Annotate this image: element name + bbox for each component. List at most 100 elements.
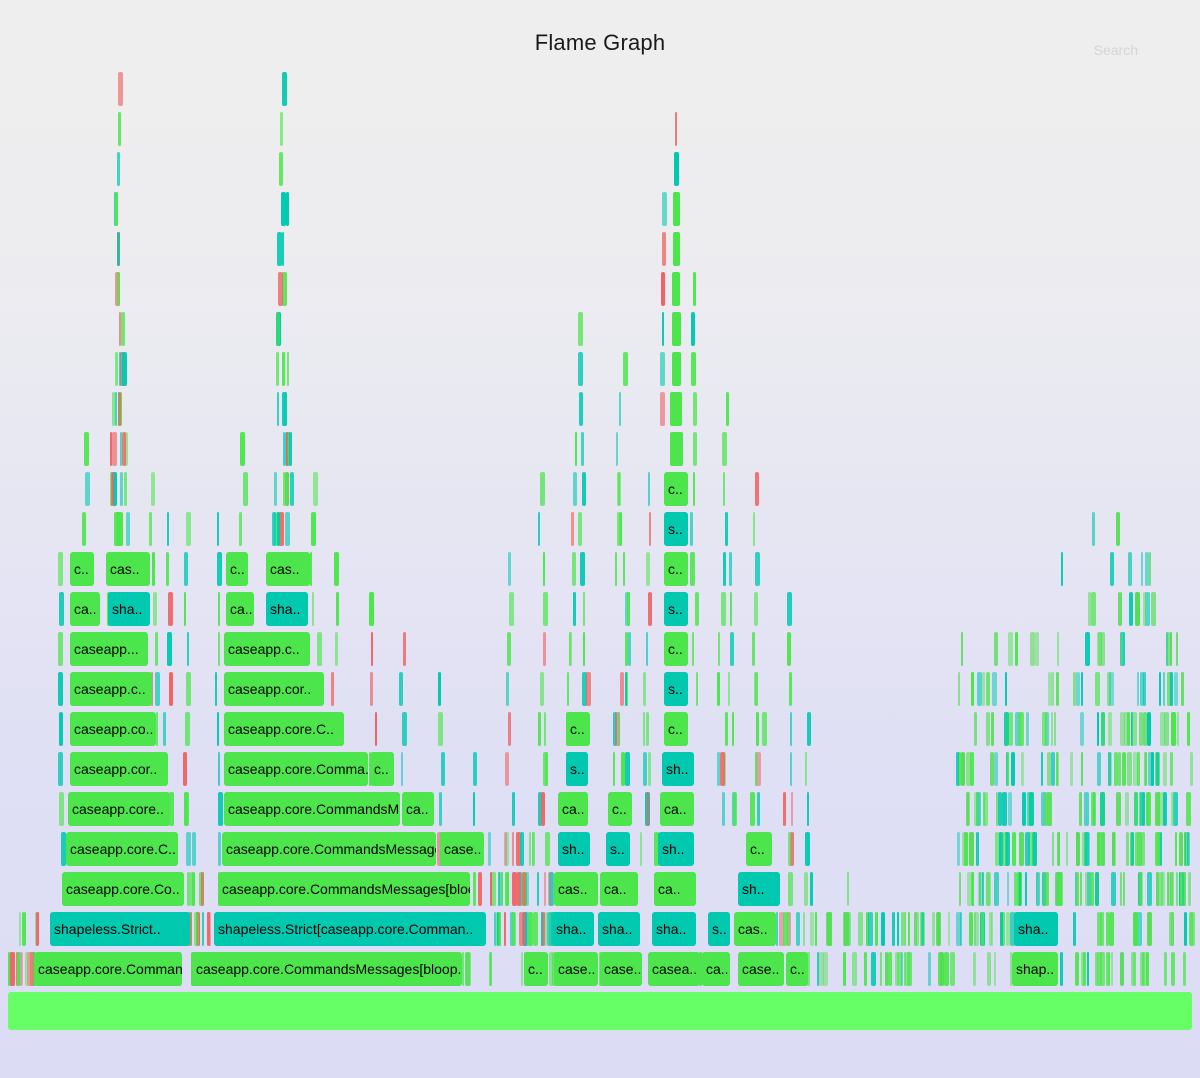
flame-frame-thin[interactable] bbox=[289, 432, 292, 466]
flame-frame-thin[interactable] bbox=[640, 832, 642, 866]
flame-frame-thin[interactable] bbox=[1140, 952, 1144, 986]
flame-frame-thin[interactable] bbox=[693, 272, 696, 306]
flame-frame-thin[interactable] bbox=[285, 512, 290, 546]
flame-frame-thin[interactable] bbox=[996, 792, 998, 826]
flame-frame-thin[interactable] bbox=[540, 672, 544, 706]
flame-frame-thin[interactable] bbox=[733, 792, 737, 826]
flame-frame-thin[interactable] bbox=[1185, 832, 1190, 866]
flame-frame-thin[interactable] bbox=[1075, 952, 1079, 986]
flame-frame-thin[interactable] bbox=[218, 752, 220, 786]
flame-frame-thin[interactable] bbox=[786, 912, 788, 946]
flame-frame-thin[interactable] bbox=[904, 912, 906, 946]
flame-frame-thin[interactable] bbox=[112, 392, 115, 426]
flame-frame-thin[interactable] bbox=[1135, 832, 1138, 866]
flame-frame-thin[interactable] bbox=[1109, 912, 1114, 946]
flamegraph-canvas[interactable]: caseapp.core.Comman.. caseapp.core.Comman… bbox=[0, 0, 1200, 1078]
flame-frame-thin[interactable] bbox=[532, 832, 535, 866]
flame-frame-thin[interactable] bbox=[286, 432, 288, 466]
flame-frame-thin[interactable] bbox=[115, 392, 117, 426]
flame-frame-thin[interactable] bbox=[957, 832, 960, 866]
flame-frame-thin[interactable] bbox=[1167, 872, 1169, 906]
flame-frame-thin[interactable] bbox=[185, 712, 190, 746]
flame-frame-thin[interactable] bbox=[1184, 912, 1187, 946]
flame-frame-thin[interactable] bbox=[868, 912, 873, 946]
flame-frame-thin[interactable] bbox=[1116, 512, 1120, 546]
flame-frame-thin[interactable] bbox=[1184, 872, 1186, 906]
flame-frame-thin[interactable] bbox=[991, 712, 994, 746]
flame-frame-thin[interactable] bbox=[526, 872, 529, 906]
flame-frame-thin[interactable] bbox=[573, 592, 576, 626]
flame-frame-thin[interactable] bbox=[1128, 552, 1132, 586]
flame-frame-thin[interactable] bbox=[807, 792, 809, 826]
flame-frame-thin[interactable] bbox=[111, 472, 114, 506]
flame-frame-thin[interactable] bbox=[497, 912, 499, 946]
flame-frame-thin[interactable] bbox=[864, 952, 867, 986]
flame-frame-thin[interactable] bbox=[646, 552, 650, 586]
flame-frame-thin[interactable] bbox=[1076, 832, 1078, 866]
flame-frame-thin[interactable] bbox=[1097, 712, 1099, 746]
flame-frame-thin[interactable] bbox=[521, 952, 523, 986]
flame-frame-s[interactable]: s.. bbox=[664, 672, 688, 706]
flame-frame-thin[interactable] bbox=[986, 712, 990, 746]
flame-frame-thin[interactable] bbox=[1175, 832, 1177, 866]
flame-frame-thin[interactable] bbox=[501, 872, 503, 906]
flame-frame-thin[interactable] bbox=[991, 912, 993, 946]
flame-frame-thin[interactable] bbox=[1036, 872, 1040, 906]
flame-frame-ca[interactable]: ca.. bbox=[226, 592, 254, 626]
flame-frame-thin[interactable] bbox=[58, 672, 63, 706]
flame-frame-thin[interactable] bbox=[762, 712, 767, 746]
flame-frame-thin[interactable] bbox=[512, 872, 517, 906]
flame-frame-ca[interactable]: ca.. bbox=[702, 952, 730, 986]
flame-frame-thin[interactable] bbox=[1111, 952, 1113, 986]
flame-frame-thin[interactable] bbox=[1088, 592, 1091, 626]
flame-frame-thin[interactable] bbox=[149, 512, 152, 546]
flame-frame-thin[interactable] bbox=[187, 632, 189, 666]
flame-frame-thin[interactable] bbox=[313, 472, 318, 506]
flame-frame-thin[interactable] bbox=[117, 152, 120, 186]
flame-frame-thin[interactable] bbox=[371, 632, 373, 666]
flame-frame-thin[interactable] bbox=[1008, 792, 1012, 826]
flame-frame-thin[interactable] bbox=[1134, 792, 1138, 826]
flame-frame-thin[interactable] bbox=[908, 912, 910, 946]
flame-frame-s[interactable]: s.. bbox=[566, 752, 588, 786]
flame-frame-thin[interactable] bbox=[819, 952, 824, 986]
flame-frame-sha[interactable]: sha.. bbox=[598, 912, 640, 946]
flame-frame-thin[interactable] bbox=[499, 912, 501, 946]
flame-frame-thin[interactable] bbox=[672, 312, 681, 346]
flame-frame-thin[interactable] bbox=[1030, 632, 1035, 666]
flame-frame-thin[interactable] bbox=[276, 352, 279, 386]
flame-frame-thin[interactable] bbox=[126, 512, 130, 546]
flame-frame-thin[interactable] bbox=[625, 632, 628, 666]
flame-frame-thin[interactable] bbox=[1080, 712, 1084, 746]
flame-frame-thin[interactable] bbox=[121, 312, 125, 346]
flame-frame-thin[interactable] bbox=[1056, 752, 1058, 786]
flame-frame-thin[interactable] bbox=[290, 472, 294, 506]
flame-frame-thin[interactable] bbox=[992, 672, 997, 706]
flame-frame-thin[interactable] bbox=[1021, 752, 1024, 786]
flame-frame-thin[interactable] bbox=[490, 952, 492, 986]
flame-frame-thin[interactable] bbox=[1114, 752, 1118, 786]
flame-frame-thin[interactable] bbox=[282, 352, 285, 386]
flame-frame-cas[interactable]: cas.. bbox=[106, 552, 150, 586]
flame-frame-thin[interactable] bbox=[124, 472, 127, 506]
flame-frame-thin[interactable] bbox=[791, 792, 793, 826]
flame-frame-c[interactable]: c.. bbox=[664, 712, 688, 746]
flame-frame-thin[interactable] bbox=[662, 312, 664, 346]
flame-frame-thin[interactable] bbox=[571, 512, 574, 546]
flame-frame-thin[interactable] bbox=[1151, 592, 1156, 626]
flame-frame-thin[interactable] bbox=[512, 792, 515, 826]
flame-frame-thin[interactable] bbox=[1091, 872, 1094, 906]
flame-frame-thin[interactable] bbox=[994, 752, 998, 786]
flame-frame-ca[interactable]: ca.. bbox=[660, 792, 694, 826]
flame-frame-thin[interactable] bbox=[1000, 912, 1003, 946]
flame-frame-thin[interactable] bbox=[847, 872, 849, 906]
flame-frame-thin[interactable] bbox=[117, 272, 120, 306]
flame-frame-thin[interactable] bbox=[776, 912, 778, 946]
flame-frame-thin[interactable] bbox=[572, 552, 576, 586]
flame-frame-c[interactable]: c.. bbox=[664, 472, 688, 506]
flame-frame-c[interactable]: c.. bbox=[786, 952, 808, 986]
flame-frame-case[interactable]: case.. bbox=[600, 952, 642, 986]
flame-frame-thin[interactable] bbox=[1171, 792, 1174, 826]
flame-frame-thin[interactable] bbox=[119, 352, 121, 386]
flame-frame-cas[interactable]: cas.. bbox=[266, 552, 310, 586]
